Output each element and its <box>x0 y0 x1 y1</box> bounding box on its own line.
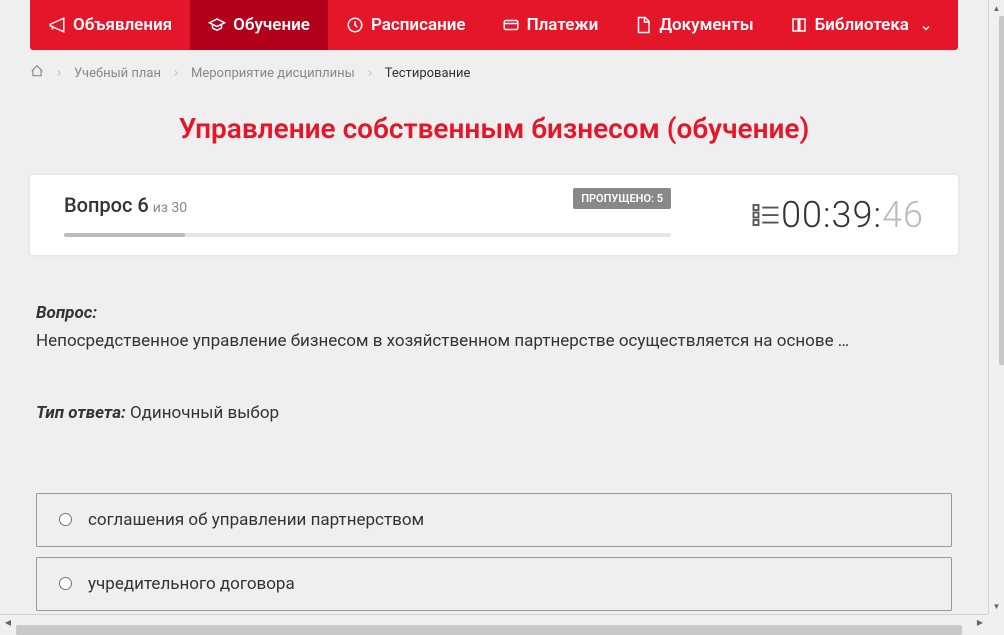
answers-list: соглашения об управлении партнерством уч… <box>36 493 952 615</box>
payment-icon <box>502 16 520 34</box>
nav-label: Библиотека <box>815 15 909 35</box>
answer-option[interactable]: соглашения об управлении партнерством <box>36 493 952 547</box>
breadcrumb-link[interactable]: Мероприятие дисциплины <box>191 66 355 81</box>
document-icon <box>634 16 652 34</box>
book-icon <box>790 16 808 34</box>
answer-text: соглашения об управлении партнерством <box>88 510 424 530</box>
timer-main: 00:39: <box>781 194 882 236</box>
nav-library[interactable]: Библиотека <box>772 0 950 50</box>
timer-ms: 46 <box>882 194 924 236</box>
nav-learning[interactable]: Обучение <box>190 0 328 50</box>
breadcrumb: Учебный план Мероприятие дисциплины Тест… <box>30 50 958 96</box>
question-label: Вопрос: <box>36 303 952 323</box>
home-icon <box>30 64 44 78</box>
chevron-right-icon <box>365 68 375 78</box>
nav-label: Обучение <box>233 15 310 35</box>
scroll-right-arrow[interactable]: ▶ <box>972 615 988 631</box>
page-title: Управление собственным бизнесом (обучени… <box>30 112 958 145</box>
nav-schedule[interactable]: Расписание <box>328 0 484 50</box>
scroll-thumb[interactable] <box>999 16 1004 365</box>
chevron-right-icon <box>54 68 64 78</box>
question-list-icon[interactable] <box>751 200 781 230</box>
answer-type-label: Тип ответа: <box>36 403 126 423</box>
answer-radio[interactable] <box>59 513 72 526</box>
question-total: из 30 <box>153 200 187 216</box>
megaphone-icon <box>48 16 66 34</box>
breadcrumb-home[interactable] <box>30 64 44 82</box>
vertical-scrollbar[interactable]: ▲ ▼ <box>988 0 1004 614</box>
skipped-badge[interactable]: ПРОПУЩЕНО: 5 <box>573 188 671 209</box>
question-progress: Вопрос 6 из 30 ПРОПУЩЕНО: 5 <box>64 193 671 237</box>
scroll-corner <box>988 614 1004 630</box>
nav-documents[interactable]: Документы <box>616 0 771 50</box>
breadcrumb-current: Тестирование <box>385 66 471 81</box>
breadcrumb-link[interactable]: Учебный план <box>74 66 161 81</box>
question-text: Непосредственное управление бизнесом в х… <box>36 329 952 355</box>
answer-option[interactable]: учредительного договора <box>36 557 952 611</box>
progress-bar <box>64 233 671 237</box>
quiz-header: Вопрос 6 из 30 ПРОПУЩЕНО: 5 00:39:46 <box>30 175 958 255</box>
chevron-right-icon <box>171 68 181 78</box>
main-nav: Объявления Обучение Расписание Платежи <box>30 0 958 50</box>
nav-label: Платежи <box>527 15 599 35</box>
timer: 00:39:46 <box>781 194 924 236</box>
chevron-down-icon <box>920 19 932 31</box>
nav-label: Документы <box>659 15 753 35</box>
scroll-left-arrow[interactable]: ◀ <box>0 615 16 631</box>
question-body: Вопрос: Непосредственное управление бизн… <box>30 255 958 614</box>
clock-icon <box>346 16 364 34</box>
nav-label: Объявления <box>73 15 172 35</box>
question-number: Вопрос 6 <box>64 193 149 217</box>
answer-text: учредительного договора <box>88 574 295 594</box>
nav-label: Расписание <box>371 15 466 35</box>
nav-payments[interactable]: Платежи <box>484 0 617 50</box>
answer-radio[interactable] <box>59 577 72 590</box>
graduation-icon <box>208 16 226 34</box>
answer-type-value-text: Одиночный выбор <box>130 403 279 423</box>
scroll-down-arrow[interactable]: ▼ <box>989 598 1004 614</box>
nav-announcements[interactable]: Объявления <box>30 0 190 50</box>
progress-fill <box>64 233 185 237</box>
horizontal-scrollbar[interactable]: ◀ ▶ <box>0 614 988 630</box>
scroll-up-arrow[interactable]: ▲ <box>989 0 1004 16</box>
